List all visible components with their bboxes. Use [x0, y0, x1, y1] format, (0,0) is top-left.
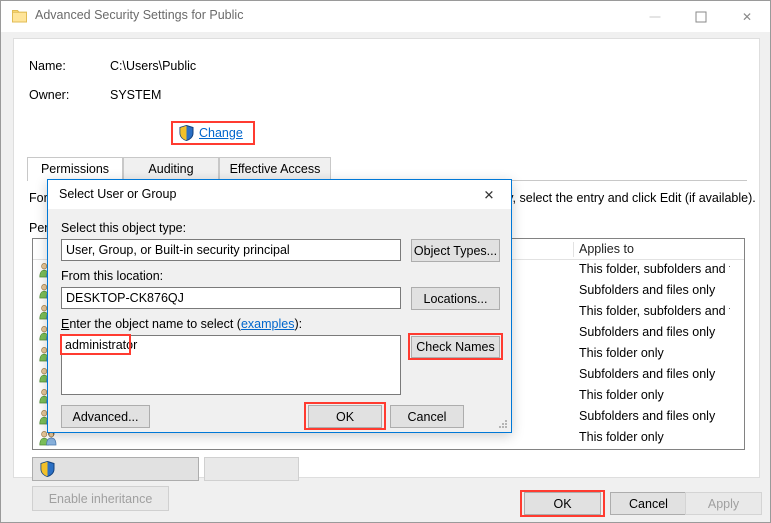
ok-button[interactable]: OK [524, 492, 601, 515]
object-types-button[interactable]: Object Types... [411, 239, 500, 262]
dialog-title-bar: Select User or Group ✕ [48, 180, 511, 209]
disable-inheritance-button[interactable] [32, 457, 199, 481]
change-owner-link[interactable]: Change [199, 126, 243, 140]
enable-inheritance-button[interactable]: Enable inheritance [32, 486, 169, 511]
locations-button[interactable]: Locations... [411, 287, 500, 310]
owner-label: Owner: [29, 88, 70, 102]
examples-link[interactable]: examples [241, 317, 295, 331]
secondary-action-button[interactable] [204, 457, 299, 481]
cancel-button[interactable]: Cancel [610, 492, 687, 515]
from-location-input[interactable] [61, 287, 401, 309]
dialog-cancel-button[interactable]: Cancel [390, 405, 464, 428]
cell-applies-to: This folder, subfolders and files [579, 262, 745, 276]
object-name-textarea[interactable]: administrator [61, 335, 401, 395]
object-name-label-prefix: nter the object name to select ( [69, 317, 241, 331]
shield-icon [40, 460, 55, 478]
object-type-input[interactable] [61, 239, 401, 261]
close-button[interactable]: ✕ [724, 1, 770, 32]
column-header-applies-to[interactable]: Applies to [579, 242, 634, 256]
object-type-label: Select this object type: [61, 221, 187, 235]
title-bar: Advanced Security Settings for Public ✕ [1, 1, 770, 32]
select-user-or-group-dialog: Select User or Group ✕ Select this objec… [47, 179, 512, 433]
close-icon: ✕ [741, 9, 753, 24]
cell-applies-to: Subfolders and files only [579, 409, 716, 423]
name-label: Name: [29, 59, 66, 73]
dialog-ok-button[interactable]: OK [308, 405, 382, 428]
cell-applies-to: This folder only [579, 430, 664, 444]
folder-icon [12, 9, 27, 23]
cell-applies-to: Subfolders and files only [579, 325, 716, 339]
close-icon: ✕ [483, 187, 495, 202]
window-title: Advanced Security Settings for Public [35, 8, 244, 22]
cell-applies-to: Subfolders and files only [579, 367, 716, 381]
dialog-body: Select this object type: Object Types...… [48, 209, 511, 432]
dialog-close-button[interactable]: ✕ [467, 180, 511, 209]
minimize-button[interactable] [632, 1, 678, 32]
cell-applies-to: This folder, subfolders and files [579, 304, 745, 318]
list-scrollbar[interactable] [730, 260, 744, 449]
cell-applies-to: This folder only [579, 388, 664, 402]
minimize-icon [649, 16, 661, 17]
maximize-button[interactable] [678, 1, 724, 32]
cell-applies-to: This folder only [579, 346, 664, 360]
dialog-title: Select User or Group [59, 187, 177, 201]
object-name-label: Enter the object name to select (example… [61, 317, 302, 331]
tab-strip: Permissions Auditing Effective Access [27, 157, 747, 181]
tab-auditing[interactable]: Auditing [123, 157, 219, 181]
tab-effective-access[interactable]: Effective Access [219, 157, 331, 181]
apply-button[interactable]: Apply [685, 492, 762, 515]
cell-applies-to: Subfolders and files only [579, 283, 716, 297]
tab-permissions[interactable]: Permissions [27, 157, 123, 181]
object-name-value: administrator [65, 338, 138, 352]
from-location-label: From this location: [61, 269, 164, 283]
check-names-button[interactable]: Check Names [411, 336, 500, 358]
object-name-label-suffix: ): [294, 317, 303, 331]
name-value: C:\Users\Public [110, 59, 197, 73]
maximize-icon [695, 11, 707, 22]
resize-grip[interactable] [498, 420, 508, 430]
advanced-button[interactable]: Advanced... [61, 405, 150, 428]
shield-icon [179, 124, 194, 142]
column-separator [573, 242, 574, 257]
owner-value: SYSTEM [110, 88, 162, 102]
